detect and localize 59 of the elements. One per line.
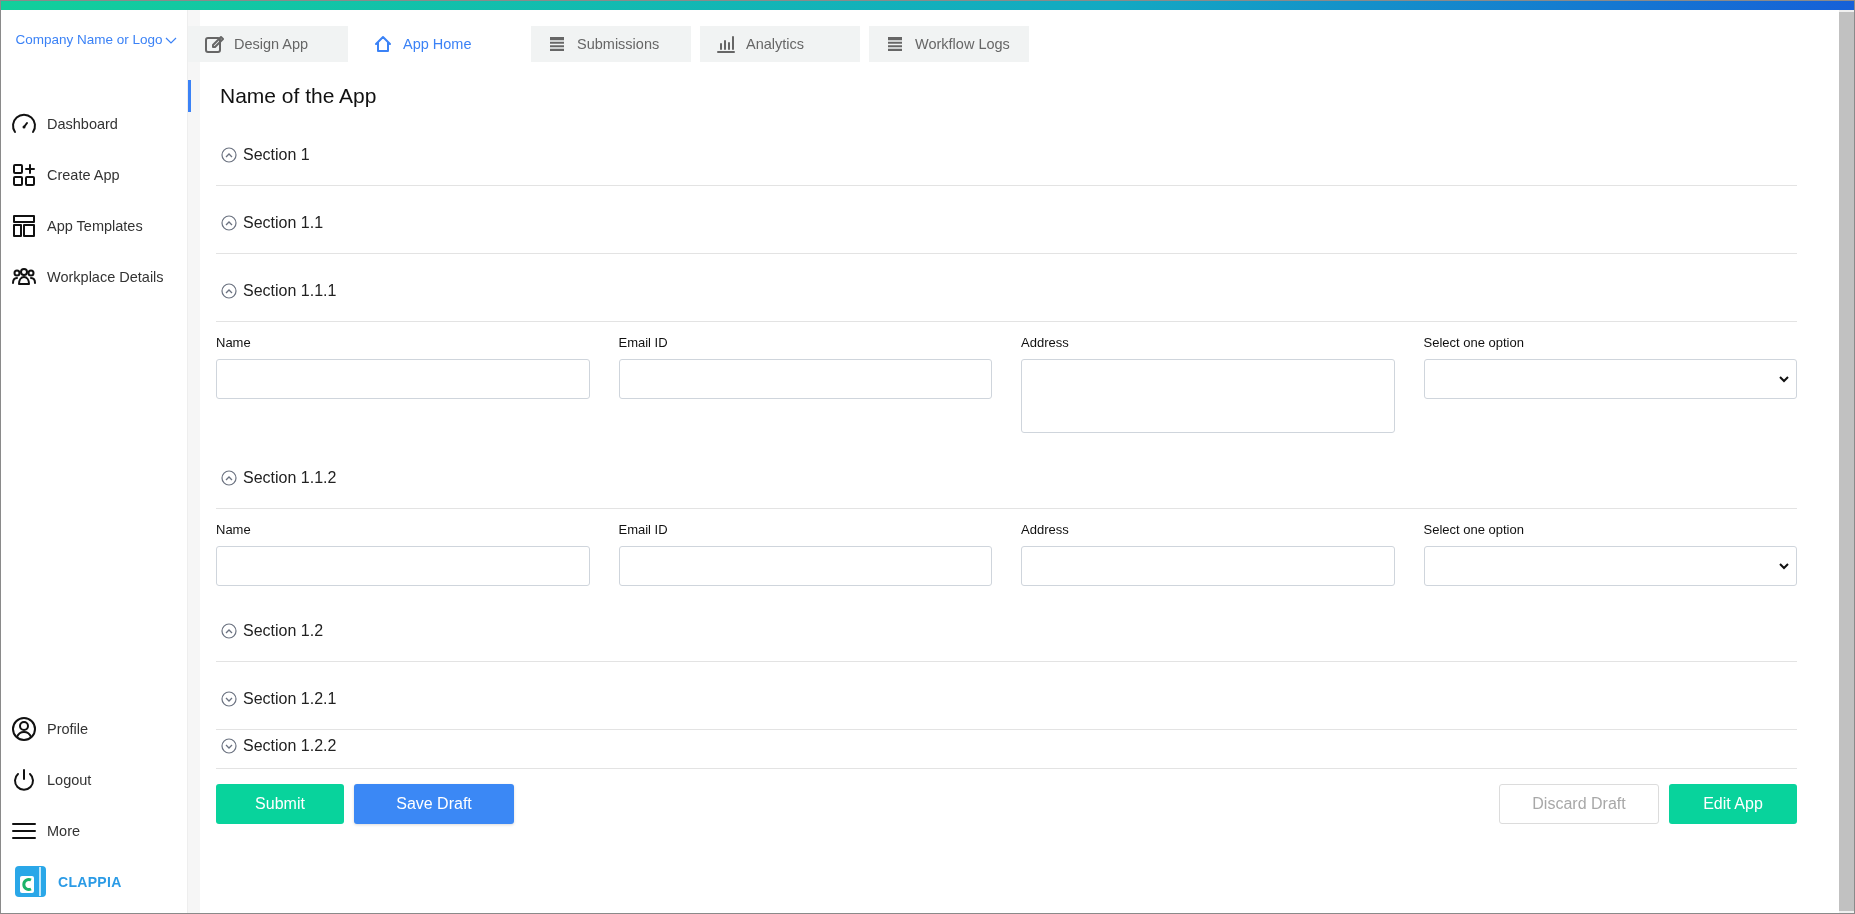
brand-name: CLAPPIA xyxy=(58,873,122,890)
field-label: Select one option xyxy=(1423,335,1525,350)
section-header[interactable]: Section 1.1.1 xyxy=(216,254,1797,322)
input-field[interactable] xyxy=(216,546,590,586)
logo-icon xyxy=(15,866,46,897)
chevron-up-icon[interactable] xyxy=(221,622,237,639)
layout-icon xyxy=(11,212,37,239)
section-header[interactable]: Section 1.1 xyxy=(216,186,1797,254)
home-icon xyxy=(373,34,393,54)
section-header[interactable]: Section 1.2 xyxy=(216,594,1797,662)
dropdown[interactable] xyxy=(1423,359,1797,399)
field-label: Name xyxy=(216,335,252,350)
nav-item[interactable]: Workplace Details xyxy=(11,255,187,298)
input-field[interactable] xyxy=(1021,546,1395,586)
input-field[interactable] xyxy=(618,546,992,586)
chevron-up-icon[interactable] xyxy=(221,469,237,486)
caret-icon xyxy=(1779,375,1789,383)
chevron-up-icon[interactable] xyxy=(221,214,237,231)
section-header[interactable]: Section 1.2.1 xyxy=(216,662,1797,730)
power-icon xyxy=(11,766,37,793)
nav-item[interactable]: Logout xyxy=(11,758,187,801)
app-title: Name of the App xyxy=(220,84,377,108)
input-field[interactable] xyxy=(618,359,992,399)
list-icon xyxy=(547,34,567,54)
nav-item[interactable]: Profile xyxy=(11,707,187,750)
nav-item[interactable]: App Templates xyxy=(11,204,187,247)
section-header[interactable]: Section 1.1.2 xyxy=(216,441,1797,509)
nav-item[interactable]: Create App xyxy=(11,153,187,196)
dropdown[interactable] xyxy=(1423,546,1797,586)
chevron-down-icon[interactable] xyxy=(221,738,237,754)
chevron-up-icon[interactable] xyxy=(221,146,237,163)
section-header[interactable]: Section 1 xyxy=(216,118,1797,186)
chevron-down-icon[interactable] xyxy=(165,37,177,45)
edit-icon xyxy=(204,34,224,54)
tab[interactable]: Analytics xyxy=(700,26,860,62)
tab[interactable]: Design App xyxy=(188,26,348,62)
grid-plus-icon xyxy=(11,161,37,188)
user-icon xyxy=(11,715,37,742)
section-header[interactable]: Section 1.2.2 xyxy=(216,730,1797,769)
list-icon xyxy=(885,34,905,54)
field-label: Email ID xyxy=(618,335,669,350)
field-label: Name xyxy=(216,522,252,537)
field-label: Email ID xyxy=(618,522,669,537)
text-area[interactable] xyxy=(1021,359,1395,433)
chevron-down-icon[interactable] xyxy=(221,690,237,707)
input-field[interactable] xyxy=(216,359,590,399)
company-logo-text: Company Name or Logo xyxy=(14,31,164,49)
chevron-up-icon[interactable] xyxy=(221,282,237,299)
field-label: Select one option xyxy=(1423,522,1525,537)
nav-item[interactable]: More xyxy=(11,809,187,852)
tab[interactable]: App Home xyxy=(357,26,522,62)
nav-item[interactable]: Dashboard xyxy=(11,102,187,145)
caret-icon xyxy=(1779,562,1789,570)
field-label: Address xyxy=(1021,522,1070,537)
tab[interactable]: Workflow Logs xyxy=(869,26,1029,62)
active-marker xyxy=(188,80,191,112)
bar-chart-icon xyxy=(716,34,736,54)
tab[interactable]: Submissions xyxy=(531,26,691,62)
field-label: Address xyxy=(1021,335,1070,350)
